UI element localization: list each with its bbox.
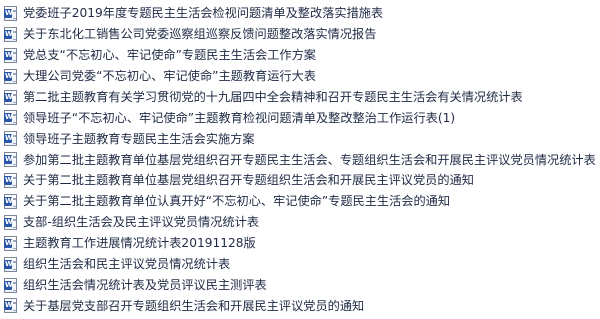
word-document-icon: W (4, 68, 17, 84)
word-document-icon: W (4, 193, 17, 209)
word-document-icon: W (4, 110, 17, 126)
file-item[interactable]: W 领导班子主题教育专题民主生活会实施方案 (4, 128, 600, 149)
word-document-icon: W (4, 277, 17, 293)
word-document-icon: W (4, 214, 17, 230)
word-document-icon: W (4, 173, 17, 189)
file-item[interactable]: W 组织生活会情况统计表及党员评议民主测评表 (4, 275, 600, 296)
word-document-icon: W (4, 131, 17, 147)
file-name: 支部-组织生活会及民主评议党员情况统计表 (23, 215, 259, 230)
file-name: 党总支“不忘初心、牢记使命”专题民主生活会工作方案 (23, 48, 316, 63)
file-name: 领导班子主题教育专题民主生活会实施方案 (23, 131, 255, 146)
file-name: 组织生活会和民主评议党员情况统计表 (23, 257, 231, 272)
file-name: 关于第二批主题教育单位基层党组织召开专题组织生活会和开展民主评议党员的通知 (23, 173, 474, 188)
word-document-icon: W (4, 152, 17, 168)
file-name: 第二批主题教育有关学习贯彻党的十九届四中全会精神和召开专题民主生活会有关情况统计… (23, 89, 523, 104)
file-item[interactable]: W 关于基层党支部召开专题组织生活会和开展民主评议党员的通知 (4, 295, 600, 316)
file-item[interactable]: W 关于第二批主题教育单位认真开好“不忘初心、牢记使命”专题民主生活会的通知 (4, 191, 600, 212)
file-item[interactable]: W 领导班子“不忘初心、牢记使命”主题教育检视问题清单及整改整治工作运行表(1) (4, 107, 600, 128)
file-item[interactable]: W 关于第二批主题教育单位基层党组织召开专题组织生活会和开展民主评议党员的通知 (4, 170, 600, 191)
file-item[interactable]: W 党委班子2019年度专题民主生活会检视问题清单及整改落实措施表 (4, 3, 600, 24)
word-document-icon: W (4, 89, 17, 105)
file-name: 关于第二批主题教育单位认真开好“不忘初心、牢记使命”专题民主生活会的通知 (23, 194, 451, 209)
word-document-icon: W (4, 298, 17, 314)
file-name: 组织生活会情况统计表及党员评议民主测评表 (23, 277, 267, 292)
word-document-icon: W (4, 235, 17, 251)
file-name: 党委班子2019年度专题民主生活会检视问题清单及整改落实措施表 (23, 6, 384, 21)
word-document-icon: W (4, 256, 17, 272)
word-document-icon: W (4, 5, 17, 21)
file-item[interactable]: W 关于东北化工销售公司党委巡察组巡察反馈问题整改落实情况报告 (4, 24, 600, 45)
file-item[interactable]: W 第二批主题教育有关学习贯彻党的十九届四中全会精神和召开专题民主生活会有关情况统… (4, 87, 600, 108)
file-list: W 党委班子2019年度专题民主生活会检视问题清单及整改落实措施表 W 关于东北化工销… (0, 0, 600, 319)
file-item[interactable]: W 参加第二批主题教育单位基层党组织召开专题民主生活会、专题组织生活会和开展民主评… (4, 149, 600, 170)
file-item[interactable]: W 组织生活会和民主评议党员情况统计表 (4, 254, 600, 275)
file-item[interactable]: W 党总支“不忘初心、牢记使命”专题民主生活会工作方案 (4, 45, 600, 66)
file-name: 领导班子“不忘初心、牢记使命”主题教育检视问题清单及整改整治工作运行表(1) (23, 110, 456, 125)
word-document-icon: W (4, 47, 17, 63)
word-document-icon: W (4, 26, 17, 42)
file-item[interactable]: W 大理公司党委“不忘初心、牢记使命”主题教育运行大表 (4, 66, 600, 87)
file-item[interactable]: W 支部-组织生活会及民主评议党员情况统计表 (4, 212, 600, 233)
file-name: 主题教育工作进展情况统计表20191128版 (23, 236, 256, 251)
file-item[interactable]: W 主题教育工作进展情况统计表20191128版 (4, 233, 600, 254)
file-name: 关于基层党支部召开专题组织生活会和开展民主评议党员的通知 (23, 298, 365, 313)
file-name: 关于东北化工销售公司党委巡察组巡察反馈问题整改落实情况报告 (23, 27, 377, 42)
file-name: 大理公司党委“不忘初心、牢记使命”主题教育运行大表 (23, 69, 316, 84)
file-name: 参加第二批主题教育单位基层党组织召开专题民主生活会、专题组织生活会和开展民主评议… (23, 152, 596, 167)
